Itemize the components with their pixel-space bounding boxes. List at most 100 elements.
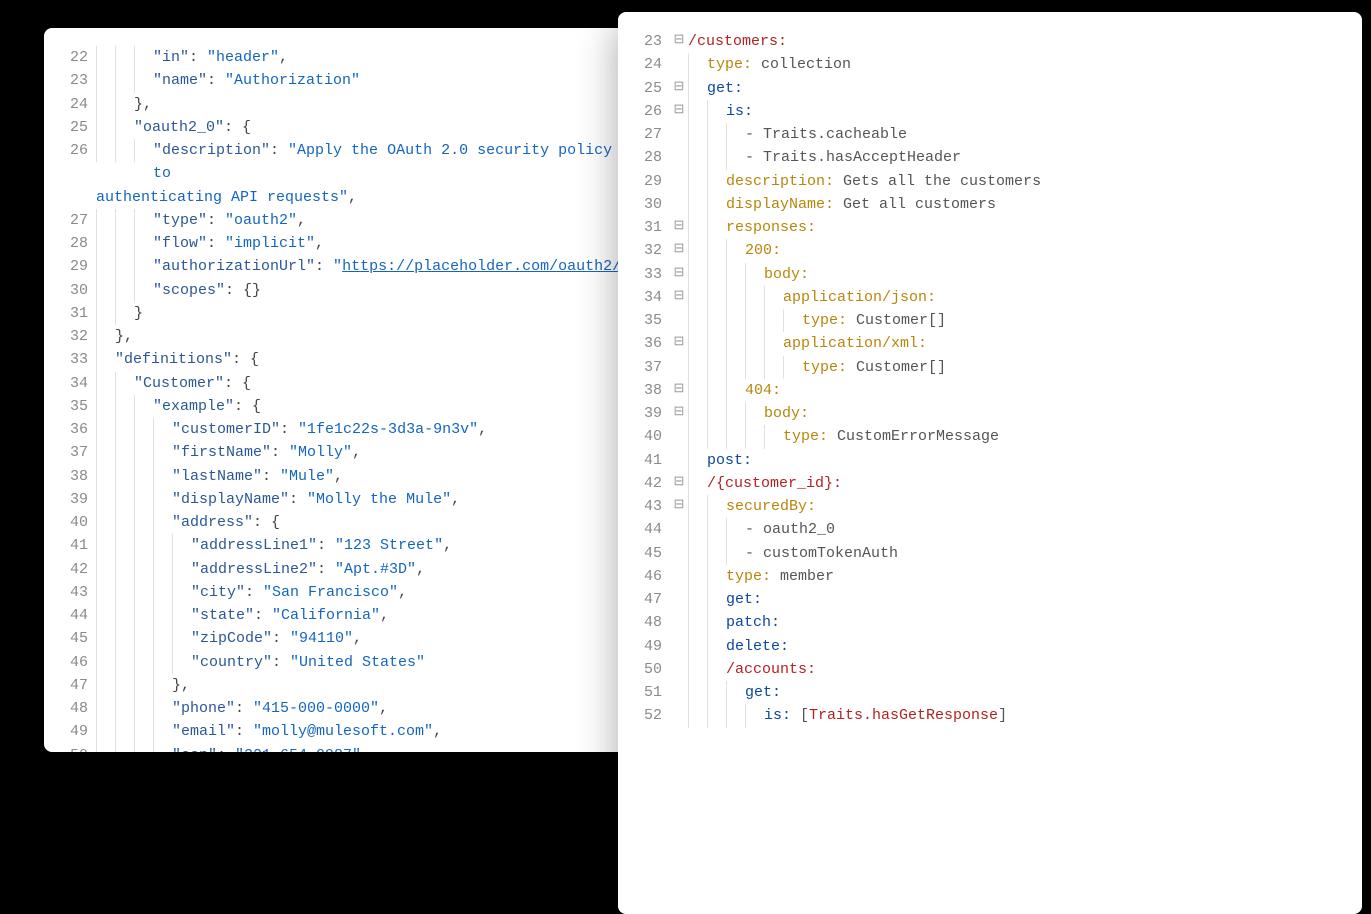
code-content[interactable]: "ssn": "321-654-0987",: [172, 744, 632, 753]
fold-toggle-icon[interactable]: ⊟: [670, 379, 688, 399]
code-line[interactable]: 45- customTokenAuth: [628, 542, 1340, 565]
code-line[interactable]: 23⊟/customers:: [628, 30, 1340, 53]
code-content[interactable]: "name": "Authorization": [153, 69, 632, 92]
code-content[interactable]: "city": "San Francisco",: [191, 581, 632, 604]
code-line[interactable]: 37"firstName": "Molly",: [54, 441, 632, 464]
code-content[interactable]: type: Customer[]: [802, 309, 1340, 332]
code-content[interactable]: "Customer": {: [134, 372, 632, 395]
fold-toggle-icon[interactable]: ⊟: [670, 286, 688, 306]
code-content[interactable]: displayName: Get all customers: [726, 193, 1340, 216]
code-line[interactable]: 24type: collection: [628, 53, 1340, 76]
code-content[interactable]: securedBy:: [726, 495, 1340, 518]
code-line[interactable]: 31⊟responses:: [628, 216, 1340, 239]
code-content[interactable]: }: [134, 302, 632, 325]
code-content[interactable]: "addressLine1": "123 Street",: [191, 534, 632, 557]
code-line[interactable]: 34⊟application/json:: [628, 286, 1340, 309]
code-line[interactable]: authenticating API requests",: [54, 186, 632, 209]
code-content[interactable]: patch:: [726, 611, 1340, 634]
code-line[interactable]: 45"zipCode": "94110",: [54, 627, 632, 650]
code-content[interactable]: /{customer_id}:: [707, 472, 1340, 495]
code-line[interactable]: 35"example": {: [54, 395, 632, 418]
fold-toggle-icon[interactable]: ⊟: [670, 472, 688, 492]
code-line[interactable]: 38⊟404:: [628, 379, 1340, 402]
fold-toggle-icon[interactable]: ⊟: [670, 216, 688, 236]
code-content[interactable]: 404:: [745, 379, 1340, 402]
code-content[interactable]: application/json:: [783, 286, 1340, 309]
code-line[interactable]: 47},: [54, 674, 632, 697]
code-content[interactable]: "phone": "415-000-0000",: [172, 697, 632, 720]
code-line[interactable]: 36⊟application/xml:: [628, 332, 1340, 355]
code-line[interactable]: 50/accounts:: [628, 658, 1340, 681]
code-line[interactable]: 48"phone": "415-000-0000",: [54, 697, 632, 720]
code-line[interactable]: 46"country": "United States": [54, 651, 632, 674]
code-content[interactable]: type: collection: [707, 53, 1340, 76]
code-line[interactable]: 32},: [54, 325, 632, 348]
code-line[interactable]: 26"description": "Apply the OAuth 2.0 se…: [54, 139, 632, 186]
code-line[interactable]: 34"Customer": {: [54, 372, 632, 395]
code-line[interactable]: 37type: Customer[]: [628, 356, 1340, 379]
code-line[interactable]: 23"name": "Authorization": [54, 69, 632, 92]
code-content[interactable]: type: CustomErrorMessage: [783, 425, 1340, 448]
code-content[interactable]: application/xml:: [783, 332, 1340, 355]
code-content[interactable]: "lastName": "Mule",: [172, 465, 632, 488]
fold-toggle-icon[interactable]: ⊟: [670, 239, 688, 259]
code-content[interactable]: responses:: [726, 216, 1340, 239]
code-line[interactable]: 26⊟is:: [628, 100, 1340, 123]
fold-toggle-icon[interactable]: ⊟: [670, 332, 688, 352]
code-line[interactable]: 29"authorizationUrl": "https://placehold…: [54, 255, 632, 278]
code-content[interactable]: delete:: [726, 635, 1340, 658]
code-content[interactable]: type: Customer[]: [802, 356, 1340, 379]
code-content[interactable]: "zipCode": "94110",: [191, 627, 632, 650]
code-line[interactable]: 44- oauth2_0: [628, 518, 1340, 541]
code-content[interactable]: "authorizationUrl": "https://placeholder…: [153, 255, 632, 278]
raml-editor-body[interactable]: 23⊟/customers:24type: collection25⊟get:2…: [628, 30, 1340, 728]
code-line[interactable]: 39⊟body:: [628, 402, 1340, 425]
code-line[interactable]: 42⊟/{customer_id}:: [628, 472, 1340, 495]
code-line[interactable]: 30"scopes": {}: [54, 279, 632, 302]
code-line[interactable]: 41"addressLine1": "123 Street",: [54, 534, 632, 557]
fold-toggle-icon[interactable]: ⊟: [670, 77, 688, 97]
code-line[interactable]: 22"in": "header",: [54, 46, 632, 69]
code-content[interactable]: "email": "molly@mulesoft.com",: [172, 720, 632, 743]
code-content[interactable]: "definitions": {: [115, 348, 632, 371]
code-content[interactable]: - Traits.hasAcceptHeader: [745, 146, 1340, 169]
code-line[interactable]: 36"customerID": "1fe1c22s-3d3a-9n3v",: [54, 418, 632, 441]
code-content[interactable]: - oauth2_0: [745, 518, 1340, 541]
code-content[interactable]: type: member: [726, 565, 1340, 588]
code-content[interactable]: "example": {: [153, 395, 632, 418]
code-line[interactable]: 43⊟securedBy:: [628, 495, 1340, 518]
code-line[interactable]: 47get:: [628, 588, 1340, 611]
code-content[interactable]: post:: [707, 449, 1340, 472]
code-content[interactable]: 200:: [745, 239, 1340, 262]
code-content[interactable]: get:: [745, 681, 1340, 704]
code-line[interactable]: 41post:: [628, 449, 1340, 472]
code-line[interactable]: 44"state": "California",: [54, 604, 632, 627]
code-line[interactable]: 31}: [54, 302, 632, 325]
code-line[interactable]: 40type: CustomErrorMessage: [628, 425, 1340, 448]
code-content[interactable]: "firstName": "Molly",: [172, 441, 632, 464]
code-content[interactable]: body:: [764, 402, 1340, 425]
code-line[interactable]: 43"city": "San Francisco",: [54, 581, 632, 604]
code-line[interactable]: 32⊟200:: [628, 239, 1340, 262]
code-line[interactable]: 51get:: [628, 681, 1340, 704]
code-content[interactable]: is: [Traits.hasGetResponse]: [764, 704, 1340, 727]
code-line[interactable]: 25⊟get:: [628, 77, 1340, 100]
code-content[interactable]: "flow": "implicit",: [153, 232, 632, 255]
fold-toggle-icon[interactable]: ⊟: [670, 263, 688, 283]
code-content[interactable]: },: [172, 674, 632, 697]
code-line[interactable]: 25"oauth2_0": {: [54, 116, 632, 139]
code-content[interactable]: "addressLine2": "Apt.#3D",: [191, 558, 632, 581]
code-line[interactable]: 38"lastName": "Mule",: [54, 465, 632, 488]
code-content[interactable]: "type": "oauth2",: [153, 209, 632, 232]
code-content[interactable]: "scopes": {}: [153, 279, 632, 302]
code-line[interactable]: 28- Traits.hasAcceptHeader: [628, 146, 1340, 169]
fold-toggle-icon[interactable]: ⊟: [670, 495, 688, 515]
code-content[interactable]: "state": "California",: [191, 604, 632, 627]
code-line[interactable]: 33⊟body:: [628, 263, 1340, 286]
code-line[interactable]: 33"definitions": {: [54, 348, 632, 371]
code-content[interactable]: get:: [726, 588, 1340, 611]
code-content[interactable]: "address": {: [172, 511, 632, 534]
code-content[interactable]: body:: [764, 263, 1340, 286]
code-content[interactable]: - Traits.cacheable: [745, 123, 1340, 146]
code-line[interactable]: 42"addressLine2": "Apt.#3D",: [54, 558, 632, 581]
